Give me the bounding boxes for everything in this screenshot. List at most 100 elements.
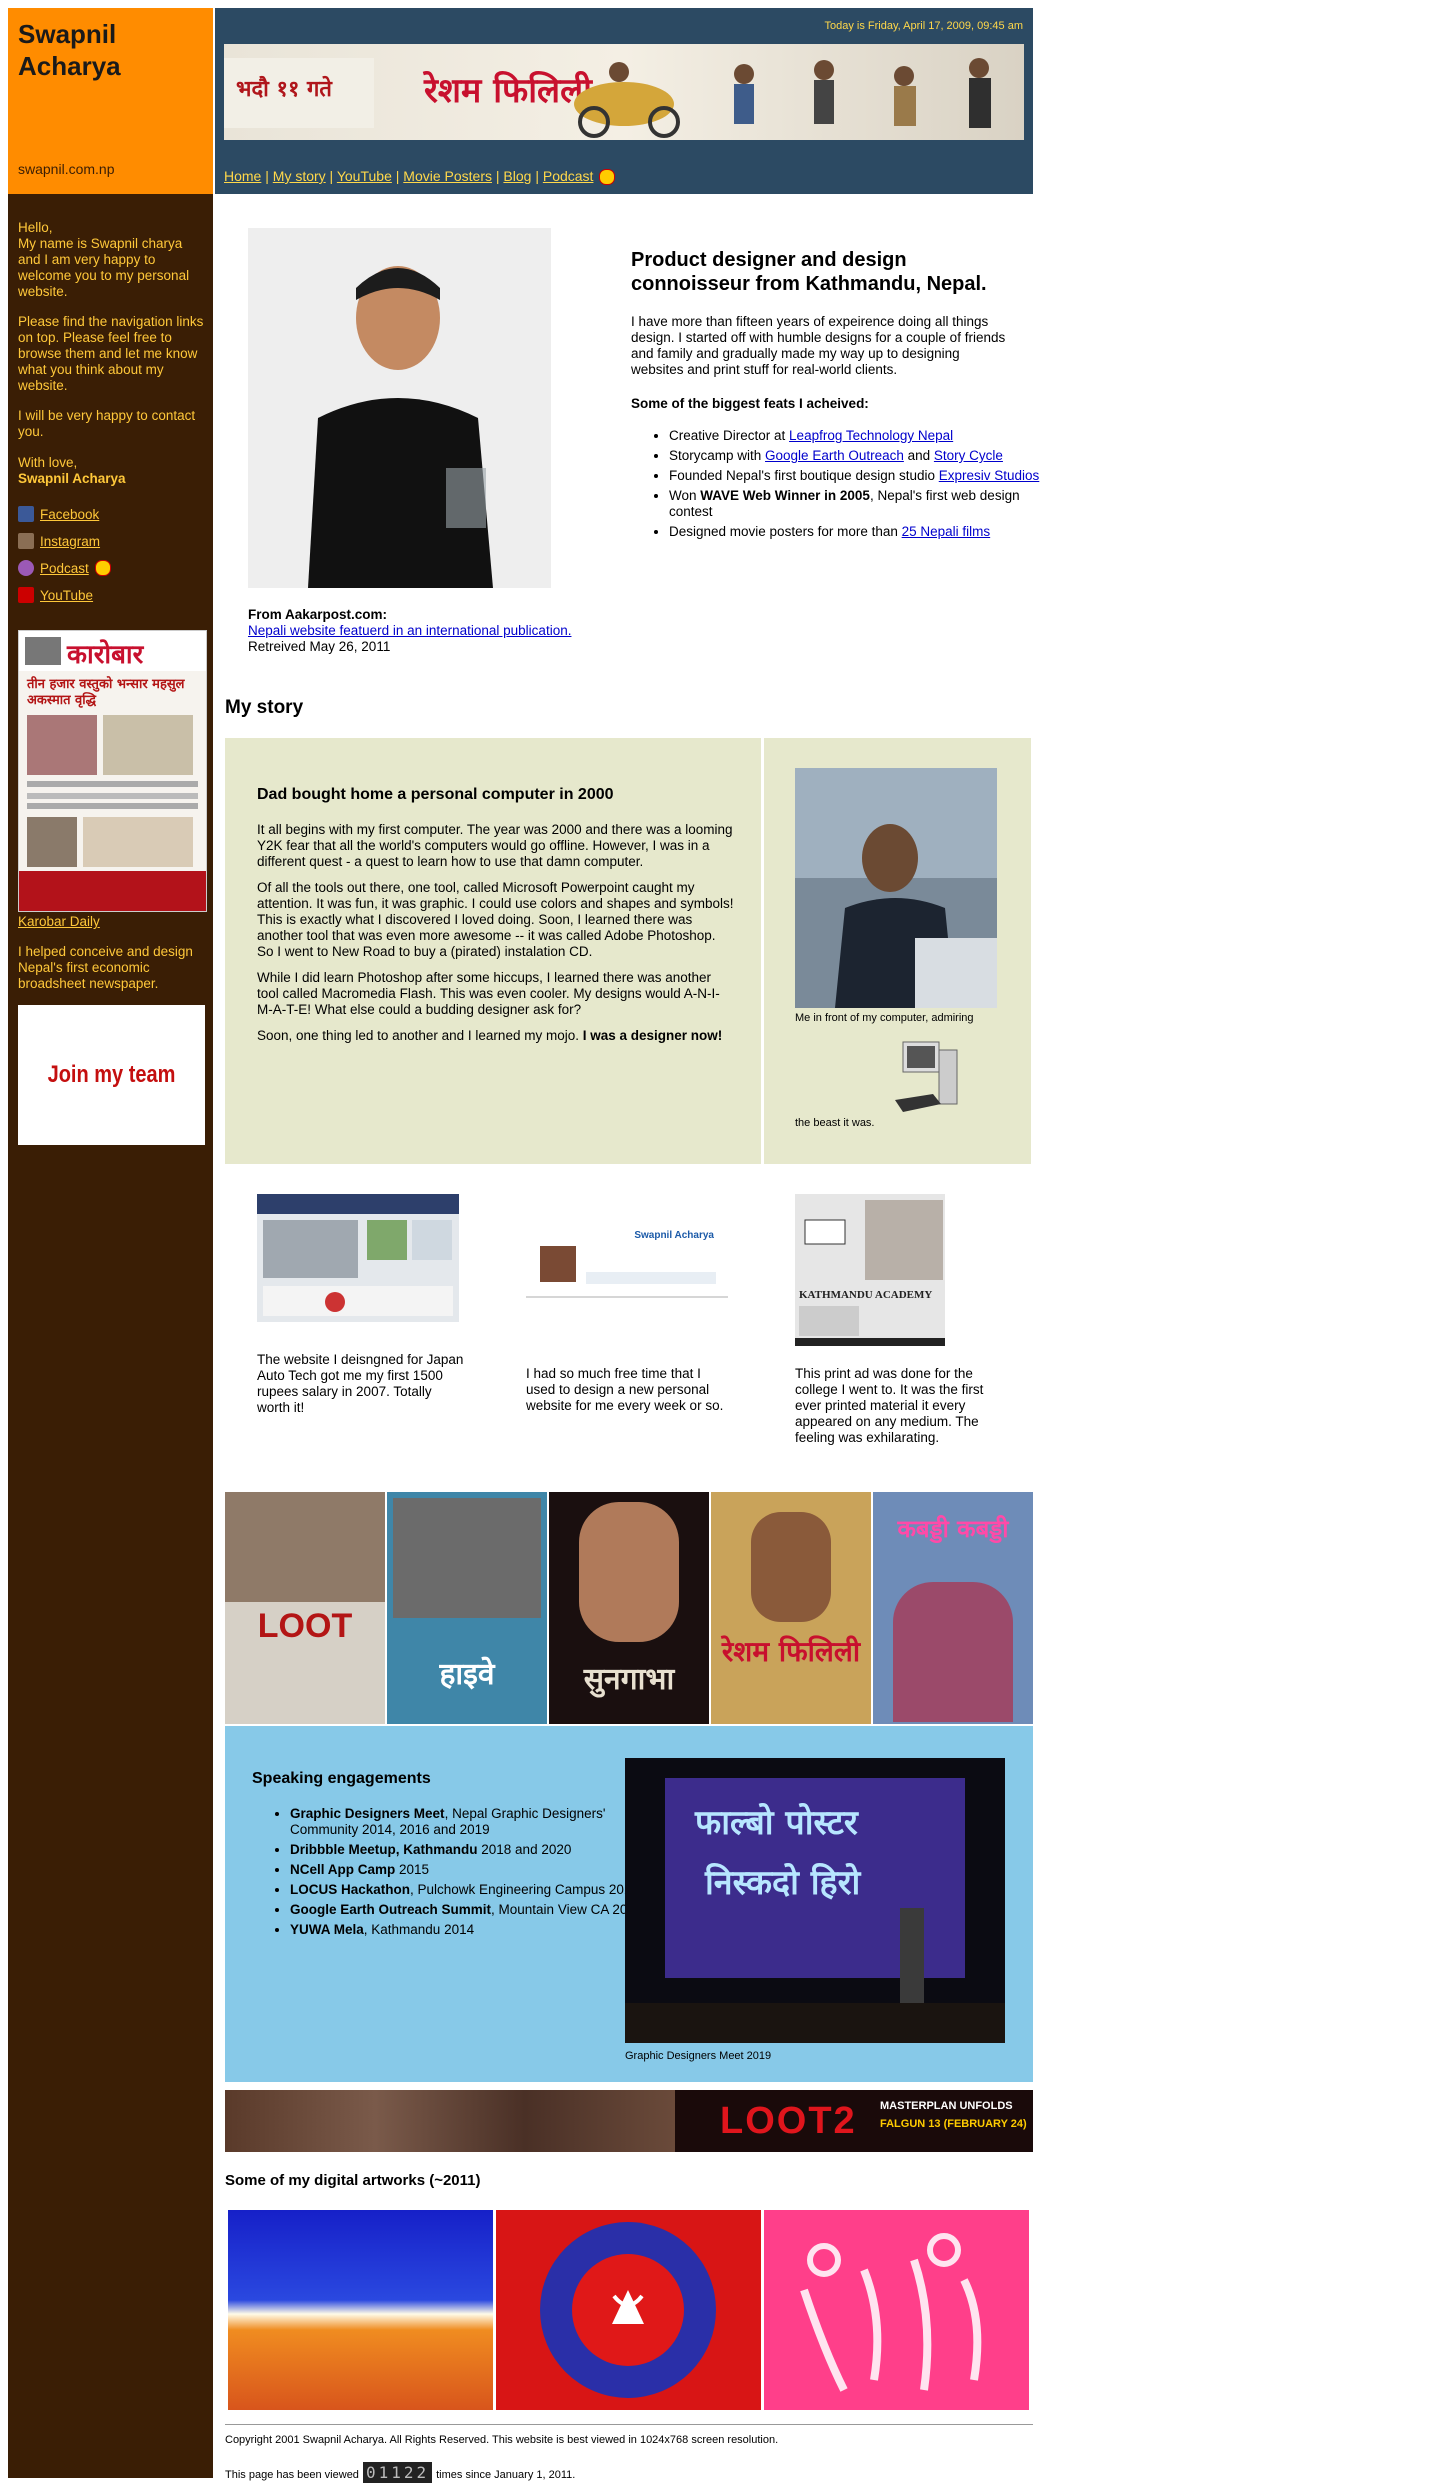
sidebar-link-label[interactable]: Facebook xyxy=(40,507,99,522)
nav-my-story[interactable]: My story xyxy=(273,168,326,184)
thumb-title: KATHMANDU ACADEMY xyxy=(799,1289,932,1301)
speaking-item: Graphic Designers Meet, Nepal Graphic De… xyxy=(290,1806,650,1838)
intro-bio: I have more than fifteen years of expeir… xyxy=(631,314,1006,377)
join-label: Join my team xyxy=(47,1061,176,1088)
movie-poster[interactable]: सुनगाभा xyxy=(549,1492,709,1724)
sidebar-link-youtube[interactable]: YouTube xyxy=(18,587,93,603)
join-my-team-button[interactable]: Join my team xyxy=(18,1005,205,1145)
poster-title: सुनगाभा xyxy=(583,1662,675,1697)
loot2-date: FALGUN 13 (FEBRUARY 24) xyxy=(880,2118,1027,2130)
nav-movie-posters[interactable]: Movie Posters xyxy=(403,168,492,184)
movie-poster[interactable]: हाइवे xyxy=(387,1492,547,1724)
work-caption: This print ad was done for the college I… xyxy=(795,1366,984,1445)
speaking-item: YUWA Mela, Kathmandu 2014 xyxy=(290,1922,650,1938)
nav-home[interactable]: Home xyxy=(224,168,261,184)
loot2-tag: MASTERPLAN UNFOLDS xyxy=(880,2100,1013,2112)
sidebar-link-label[interactable]: Instagram xyxy=(40,534,100,549)
screen-text: फाल्बो पोस्टर xyxy=(695,1803,858,1843)
speaking-photo-caption: Graphic Designers Meet 2019 xyxy=(625,2050,772,2062)
japan-auto-tech-thumbnail[interactable] xyxy=(257,1194,459,1322)
personal-website-thumbnail[interactable]: Swapnil Acharya xyxy=(526,1222,728,1332)
speaking-photo: फाल्बो पोस्टर निस्कदो हिरो xyxy=(625,1758,1005,2043)
screen-text: निस्कदो हिरो xyxy=(705,1863,861,1903)
page-view-counter: This page has been viewed 01122 times si… xyxy=(225,2462,576,2485)
sidebar-link-podcast[interactable]: Podcast xyxy=(18,560,111,576)
feats-list: Creative Director at Leapfrog Technology… xyxy=(631,428,1049,544)
brand-block: Swapnil Acharya swapnil.com.np xyxy=(8,8,213,194)
karobar-description: I helped conceive and design Nepal's fir… xyxy=(18,944,193,991)
movie-poster[interactable]: LOOT xyxy=(225,1492,385,1724)
nav-podcast[interactable]: Podcast xyxy=(543,168,594,184)
artwork-1[interactable] xyxy=(228,2210,493,2410)
sidebar-link-instagram[interactable]: Instagram xyxy=(18,533,100,549)
counter-prefix: This page has been viewed xyxy=(225,2468,359,2481)
podcast-badge-icon xyxy=(599,169,616,186)
story-title: Dad bought home a personal computer in 2… xyxy=(257,786,614,803)
feat-item: Creative Director at Leapfrog Technology… xyxy=(669,428,1049,444)
loot2-banner[interactable]: LOOT2 MASTERPLAN UNFOLDS FALGUN 13 (FEBR… xyxy=(225,2090,1033,2152)
story-body: It all begins with my first computer. Th… xyxy=(257,822,735,1054)
feats-title: Some of the biggest feats I acheived: xyxy=(631,396,869,411)
banner-date: भदौ ११ गते xyxy=(236,75,333,102)
banner-title: रेशम फिलिली xyxy=(423,70,594,111)
computer-photo-caption-end: the beast it was. xyxy=(795,1117,875,1129)
computer-photo xyxy=(795,768,997,1008)
poster-title: कबड्डी कबड्डी xyxy=(897,1515,1009,1543)
footer-divider xyxy=(225,2424,1033,2425)
nav-blog[interactable]: Blog xyxy=(503,168,531,184)
work-caption: I had so much free time that I used to d… xyxy=(526,1366,724,1413)
header-banner[interactable]: भदौ ११ गते रेशम फिलिली xyxy=(224,44,1024,140)
sidebar-intro: My name is Swapnil charya and I am very … xyxy=(18,236,190,299)
speaking-title: Speaking engagements xyxy=(252,1770,431,1787)
speaking-list: Graphic Designers Meet, Nepal Graphic De… xyxy=(252,1806,650,1942)
retrieved-date: Retreived May 26, 2011 xyxy=(248,639,391,654)
speaking-item: Dribbble Meetup, Kathmandu 2018 and 2020 xyxy=(290,1842,650,1858)
sidebar-link-label[interactable]: Podcast xyxy=(40,561,89,576)
loot2-title: LOOT2 xyxy=(720,2100,857,2142)
speaking-item: Google Earth Outreach Summit, Mountain V… xyxy=(290,1902,650,1918)
speaking-item: LOCUS Hackathon, Pulchowk Engineering Ca… xyxy=(290,1882,650,1898)
counter-value: 01122 xyxy=(362,2462,433,2483)
intro-headline: Product designer and design connoisseur … xyxy=(631,249,987,295)
poster-title: रेशम फिलिली xyxy=(721,1635,861,1668)
sidebar-nav-hint: Please find the navigation links on top.… xyxy=(18,314,204,393)
karobar-link[interactable]: Karobar Daily xyxy=(18,914,208,930)
movie-poster[interactable]: कबड्डी कबड्डी xyxy=(873,1492,1033,1724)
header: Today is Friday, April 17, 2009, 09:45 a… xyxy=(215,8,1033,194)
story-paragraph: It all begins with my first computer. Th… xyxy=(257,822,733,869)
sidebar-signature: Swapnil Acharya xyxy=(18,471,126,486)
computer-photo-caption: Me in front of my computer, admiring xyxy=(795,1012,974,1024)
artwork-3[interactable] xyxy=(764,2210,1029,2410)
work-caption: The website I deisngned for Japan Auto T… xyxy=(257,1352,464,1415)
counter-suffix: times since January 1, 2011. xyxy=(436,2468,576,2481)
movie-poster[interactable]: रेशम फिलिली xyxy=(711,1492,871,1724)
nav-youtube[interactable]: YouTube xyxy=(337,168,392,184)
feat-link[interactable]: Story Cycle xyxy=(934,448,1003,463)
kathmandu-academy-ad-thumbnail[interactable]: KATHMANDU ACADEMY xyxy=(795,1194,945,1346)
feat-item: Designed movie posters for more than 25 … xyxy=(669,524,1049,540)
podcast-badge-icon xyxy=(94,560,111,576)
instagram-icon xyxy=(18,533,34,549)
sidebar-link-label[interactable]: YouTube xyxy=(40,588,93,603)
karobar-newspaper-image[interactable]: कारोबार तीन हजार वस्तुको भन्सार महसुल अक… xyxy=(18,630,207,912)
thumb-title: Swapnil Acharya xyxy=(634,1230,714,1241)
top-nav: Home | My story | YouTube | Movie Poster… xyxy=(224,168,616,186)
artwork-2[interactable] xyxy=(496,2210,761,2410)
feat-link[interactable]: Google Earth Outreach xyxy=(765,448,904,463)
podcast-icon xyxy=(18,560,34,576)
youtube-icon xyxy=(18,587,34,603)
source-label: From Aakarpost.com: xyxy=(248,607,388,622)
sidebar-greeting: Hello, xyxy=(18,220,53,235)
sidebar-contact: I will be very happy to contact you. xyxy=(18,408,196,439)
source-link[interactable]: Nepali website featuerd in an internatio… xyxy=(248,623,571,638)
feat-item: Won WAVE Web Winner in 2005, Nepal's fir… xyxy=(669,488,1049,520)
sidebar-link-facebook[interactable]: Facebook xyxy=(18,506,99,522)
facebook-icon xyxy=(18,506,34,522)
profile-photo xyxy=(248,228,551,588)
feat-link[interactable]: Leapfrog Technology Nepal xyxy=(789,428,953,443)
feat-link[interactable]: Expresiv Studios xyxy=(939,468,1040,483)
feat-link[interactable]: 25 Nepali films xyxy=(902,524,991,539)
site-url: swapnil.com.np xyxy=(18,161,115,177)
artworks-heading: Some of my digital artworks (~2011) xyxy=(225,2172,481,2189)
newspaper-masthead: कारोबार xyxy=(67,640,144,670)
